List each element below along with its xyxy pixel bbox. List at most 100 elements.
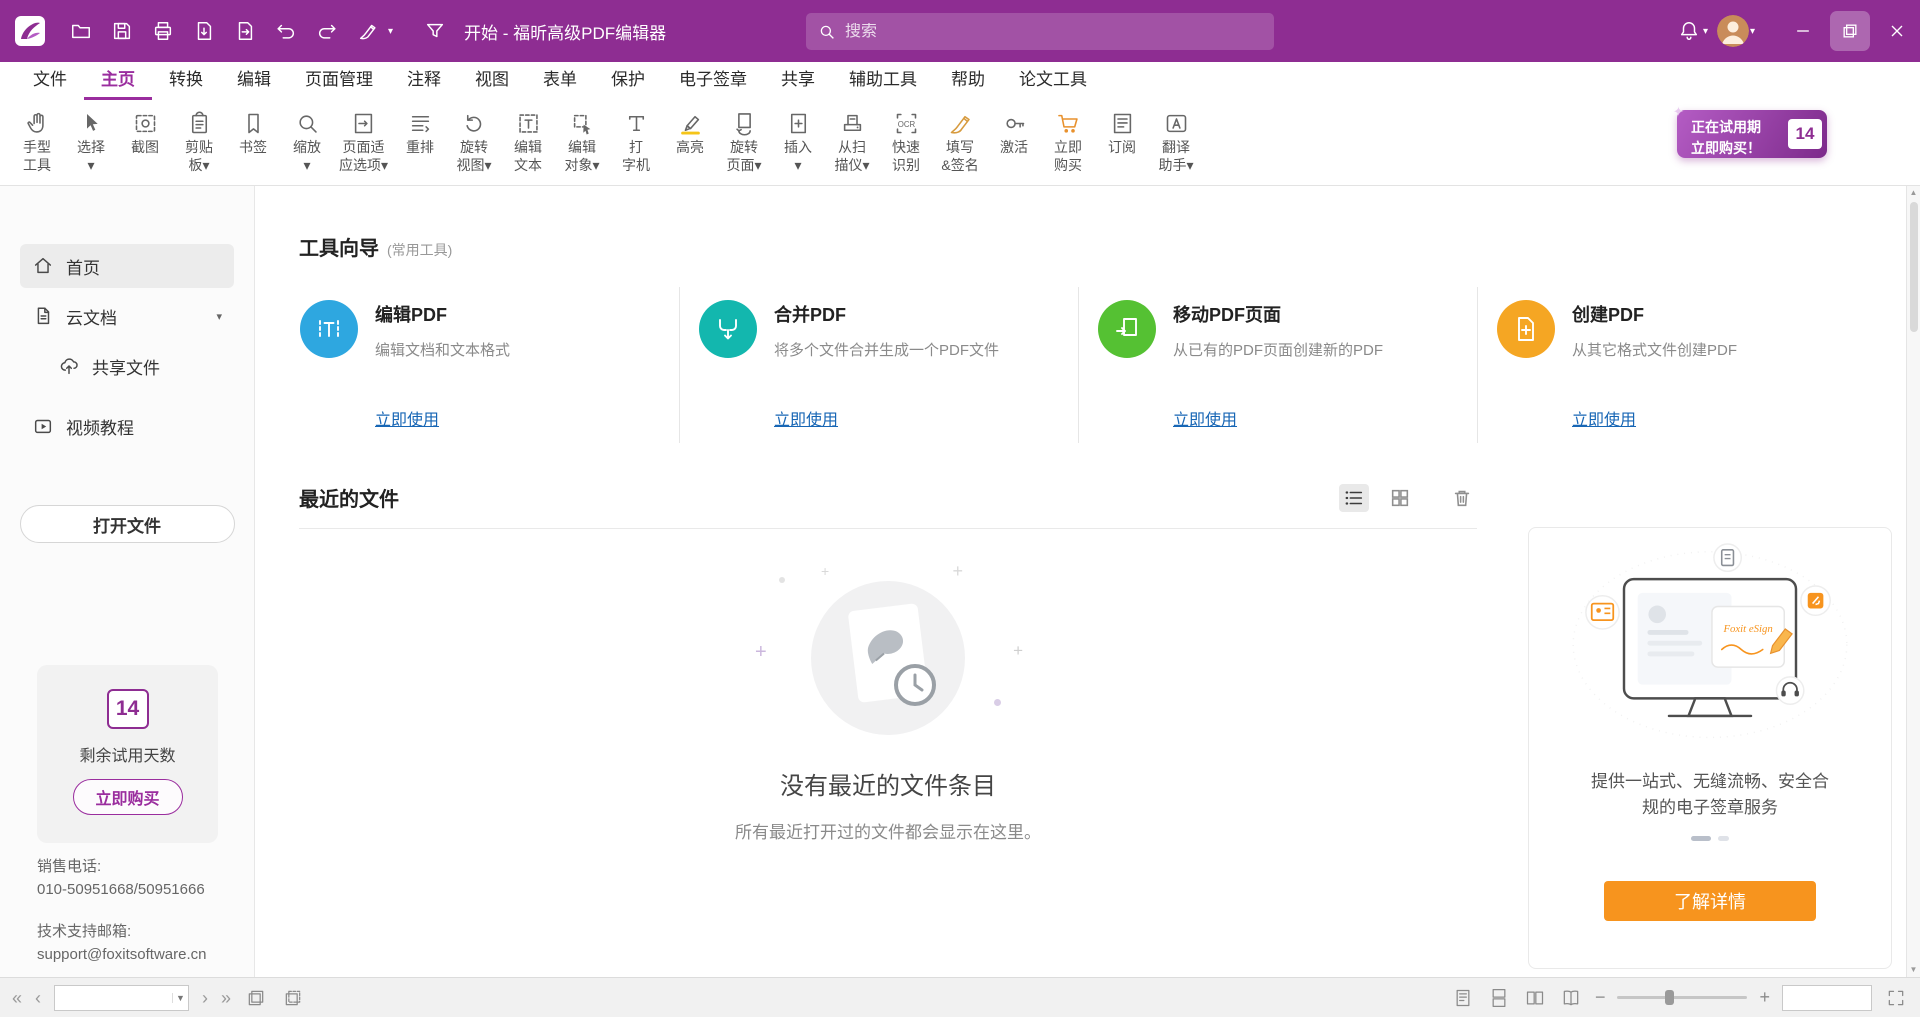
ribbon-tool-zoom[interactable]: 缩放▾ — [280, 105, 334, 177]
sidebar-item-video-tutorials[interactable]: 视频教程 — [20, 404, 234, 448]
support-email-address[interactable]: support@foxitsoftware.cn — [37, 946, 206, 963]
scroll-up-icon[interactable]: ▲ — [1910, 189, 1918, 197]
zoom-level-input[interactable] — [1783, 986, 1871, 1010]
esign-tool-icon[interactable] — [355, 18, 381, 44]
chevron-down-icon[interactable]: ▾ — [388, 26, 393, 37]
book-view-icon[interactable] — [1559, 986, 1583, 1010]
close-button[interactable] — [1874, 0, 1920, 62]
chevron-down-icon[interactable]: ▾ — [1703, 26, 1708, 37]
tool-card-create-pdf[interactable]: 创建PDF 从其它格式文件创建PDF 立即使用 — [1477, 287, 1876, 443]
ribbon-tool-buy-now[interactable]: 立即购买 — [1041, 105, 1095, 177]
scrollbar-thumb[interactable] — [1910, 202, 1918, 332]
ribbon-tool-select[interactable]: 选择▾ — [64, 105, 118, 177]
restore-button[interactable] — [1830, 11, 1870, 51]
use-now-link[interactable]: 立即使用 — [1572, 406, 1636, 430]
last-page-button[interactable]: » — [221, 989, 231, 1007]
search-input[interactable] — [845, 23, 1262, 41]
menu-page-management[interactable]: 页面管理 — [288, 65, 390, 100]
export-pdf-icon[interactable] — [191, 18, 217, 44]
use-now-link[interactable]: 立即使用 — [1173, 406, 1237, 430]
ribbon-tool-ocr[interactable]: OCR 快速识别 — [879, 105, 933, 177]
tool-card-edit-pdf[interactable]: 编辑PDF 编辑文档和文本格式 立即使用 — [299, 287, 679, 443]
menu-view[interactable]: 视图 — [458, 65, 526, 100]
convert-pdf-icon[interactable] — [232, 18, 258, 44]
ribbon-tool-clipboard[interactable]: 剪贴板▾ — [172, 105, 226, 177]
zoom-slider[interactable] — [1617, 996, 1747, 999]
facing-pages-view-icon[interactable] — [1523, 986, 1547, 1010]
user-avatar[interactable] — [1717, 15, 1749, 47]
ribbon-tool-activate[interactable]: 激活 — [987, 105, 1041, 159]
ribbon-tool-bookmark[interactable]: 书签 — [226, 105, 280, 159]
menu-file[interactable]: 文件 — [16, 65, 84, 100]
menu-comment[interactable]: 注释 — [390, 65, 458, 100]
single-page-view-icon[interactable] — [1451, 986, 1475, 1010]
ribbon-tool-edit-text[interactable]: 编辑文本 — [501, 105, 555, 177]
ribbon-tool-insert-pages[interactable]: 插入▾ — [771, 105, 825, 177]
next-page-button[interactable]: › — [202, 989, 208, 1007]
ribbon-tool-snapshot[interactable]: 截图 — [118, 105, 172, 159]
scroll-down-icon[interactable]: ▼ — [1910, 966, 1918, 974]
learn-more-button[interactable]: 了解详情 — [1604, 881, 1816, 921]
zoom-in-button[interactable]: + — [1759, 987, 1770, 1008]
use-now-link[interactable]: 立即使用 — [774, 406, 838, 430]
menu-paper-tools[interactable]: 论文工具 — [1002, 65, 1104, 100]
ribbon-tool-highlight[interactable]: 高亮 — [663, 105, 717, 159]
continuous-view-icon[interactable] — [1487, 986, 1511, 1010]
ribbon-tool-reflow[interactable]: 重排 — [393, 105, 447, 159]
sidebar-item-cloud-docs[interactable]: 云文档 ▾ — [20, 294, 234, 338]
zoom-out-button[interactable]: − — [1595, 987, 1606, 1008]
chevron-down-icon[interactable]: ▼ — [172, 993, 188, 1003]
buy-now-button[interactable]: 立即购买 — [73, 779, 183, 815]
trial-period-badge[interactable]: ✦ 正在试用期 立即购买！ 14 — [1677, 110, 1827, 158]
menu-help[interactable]: 帮助 — [934, 65, 1002, 100]
undo-icon[interactable] — [273, 18, 299, 44]
open-file-icon[interactable] — [68, 18, 94, 44]
ribbon-tool-translate[interactable]: 翻译助手▾ — [1149, 105, 1203, 177]
sidebar-item-home[interactable]: 首页 — [20, 244, 234, 288]
use-now-link[interactable]: 立即使用 — [375, 406, 439, 430]
chevron-down-icon[interactable]: ▾ — [1750, 26, 1755, 37]
sidebar-item-shared-files[interactable]: 共享文件 — [46, 344, 234, 388]
menu-accessibility[interactable]: 辅助工具 — [832, 65, 934, 100]
menu-share[interactable]: 共享 — [764, 65, 832, 100]
menu-esign[interactable]: 电子签章 — [662, 65, 764, 100]
search-bar[interactable] — [806, 13, 1274, 50]
delete-recent-button[interactable] — [1447, 484, 1477, 512]
ribbon-tool-subscribe[interactable]: 订阅 — [1095, 105, 1149, 159]
carousel-dot-active[interactable] — [1691, 836, 1711, 841]
minimize-button[interactable] — [1780, 0, 1826, 62]
chevron-down-icon[interactable]: ▾ — [216, 310, 222, 323]
vertical-scrollbar[interactable]: ▲ ▼ — [1906, 186, 1920, 977]
ribbon-tool-hand[interactable]: 手型工具 — [10, 105, 64, 177]
zoom-level-box[interactable] — [1782, 985, 1872, 1011]
ribbon-filter-icon[interactable] — [422, 18, 448, 44]
ribbon-tool-page-fit[interactable]: 页面适应选项▾ — [334, 105, 393, 177]
menu-convert[interactable]: 转换 — [152, 65, 220, 100]
ribbon-tool-edit-object[interactable]: 编辑对象▾ — [555, 105, 609, 177]
previous-page-button[interactable]: ‹ — [35, 989, 41, 1007]
ribbon-tool-from-scanner[interactable]: 从扫描仪▾ — [825, 105, 879, 177]
ribbon-tool-fill-sign[interactable]: 填写&签名 — [933, 105, 987, 177]
snapshot-view-icon[interactable] — [244, 986, 268, 1010]
print-icon[interactable] — [150, 18, 176, 44]
clipboard-view-icon[interactable] — [281, 986, 305, 1010]
ribbon-tool-typewriter[interactable]: 打字机 — [609, 105, 663, 177]
menu-edit[interactable]: 编辑 — [220, 65, 288, 100]
page-number-input[interactable] — [55, 990, 172, 1006]
menu-form[interactable]: 表单 — [526, 65, 594, 100]
save-icon[interactable] — [109, 18, 135, 44]
menu-home[interactable]: 主页 — [84, 65, 152, 100]
ribbon-tool-rotate-pages[interactable]: 旋转页面▾ — [717, 105, 771, 177]
open-file-button[interactable]: 打开文件 — [20, 505, 235, 543]
notifications-bell-icon[interactable] — [1676, 18, 1702, 44]
page-number-box[interactable]: ▼ — [54, 985, 189, 1011]
menu-protect[interactable]: 保护 — [594, 65, 662, 100]
grid-view-button[interactable] — [1385, 484, 1415, 512]
list-view-button[interactable] — [1339, 484, 1369, 512]
tool-card-merge-pdf[interactable]: 合并PDF 将多个文件合并生成一个PDF文件 立即使用 — [679, 287, 1078, 443]
first-page-button[interactable]: « — [12, 989, 22, 1007]
ribbon-tool-rotate-view[interactable]: 旋转视图▾ — [447, 105, 501, 177]
carousel-dot[interactable] — [1718, 836, 1729, 841]
fullscreen-icon[interactable] — [1884, 986, 1908, 1010]
tool-card-move-pdf-pages[interactable]: 移动PDF页面 从已有的PDF页面创建新的PDF 立即使用 — [1078, 287, 1477, 443]
